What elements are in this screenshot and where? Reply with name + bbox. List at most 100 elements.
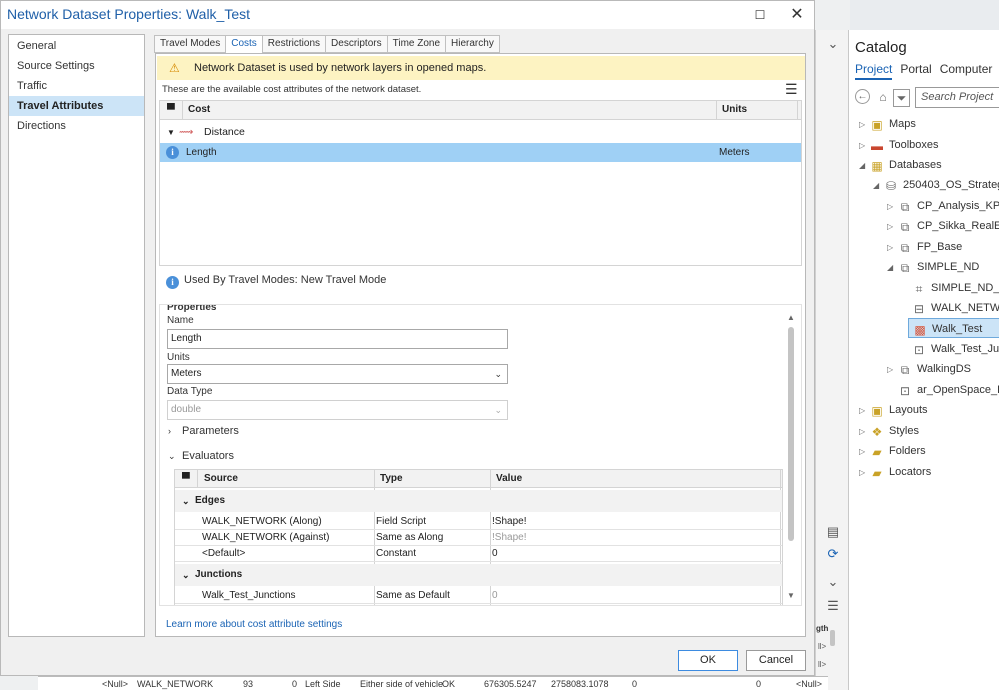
catalog-item-walkingds[interactable]: ▷ ⧉ WalkingDS [887, 359, 971, 379]
catalog-item-label: Styles [889, 425, 919, 437]
expand-icon[interactable]: ▷ [887, 360, 897, 380]
catalog-tab-portal[interactable]: Portal [900, 62, 931, 76]
chevron-down-icon[interactable]: ⌄ [182, 564, 190, 586]
source-cell: <Default> [202, 548, 246, 559]
type-cell: Constant [376, 548, 417, 559]
catalog-item-maps[interactable]: ▷ ▣ Maps [859, 114, 916, 134]
catalog-item-databases[interactable]: ◢ ▦ Databases [859, 155, 942, 175]
nav-item-travel-attributes[interactable]: Travel Attributes [9, 96, 144, 116]
learn-more-link[interactable]: Learn more about cost attribute settings [166, 619, 342, 630]
catalog-item-layouts[interactable]: ▷ ▣ Layouts [859, 400, 928, 420]
scroll-up-icon[interactable]: ▲ [785, 313, 797, 322]
cost-row-length[interactable]: i Length Meters [160, 143, 801, 162]
catalog-item-cp-sikka-realesta[interactable]: ▷⧉ CP_Sikka_RealEsta [887, 216, 999, 236]
expand-icon[interactable]: ▷ [887, 238, 897, 258]
home-icon[interactable]: ⌂ [875, 89, 891, 105]
tab-restrictions[interactable]: Restrictions [261, 35, 327, 53]
evaluator-row[interactable]: <Default> Constant 0 [175, 546, 782, 562]
catalog-item-folders[interactable]: ▷ ▰ Folders [859, 441, 926, 461]
dialog-titlebar[interactable]: Network Dataset Properties: Walk_Test ☐ … [1, 1, 814, 29]
catalog-item-cp-analysis-kpis[interactable]: ▷⧉ CP_Analysis_KPIs [887, 196, 999, 216]
catalog-item-walk-test[interactable]: ▩ Walk_Test [908, 318, 999, 338]
junctions-group-row[interactable]: ⌄ Junctions [175, 564, 782, 586]
close-icon[interactable]: ✕ [787, 5, 807, 25]
catalog-item-styles[interactable]: ▷ ❖ Styles [859, 421, 919, 441]
units-column-header[interactable]: Units [722, 104, 747, 115]
ok-button[interactable]: OK [678, 650, 738, 671]
cost-group-label: Distance [204, 126, 245, 138]
catalog-search-input[interactable]: Search Project [915, 87, 999, 108]
data-type-dropdown: double ⌄ [167, 400, 508, 420]
scroll-down-icon[interactable]: ▼ [785, 591, 797, 600]
catalog-item-fp-base[interactable]: ▷ ⧉ FP_Base [887, 237, 962, 257]
nav-item-directions[interactable]: Directions [9, 116, 144, 136]
chevron-down-icon[interactable]: ⌄ [823, 34, 843, 54]
source-cell: WALK_NETWORK (Along) [202, 516, 322, 527]
expanded-icon[interactable]: ◢ [887, 258, 897, 278]
catalog-item-250403-os-strategyu[interactable]: ◢⛁ 250403_OS_StrategyU [873, 175, 999, 195]
dialog-title: Network Dataset Properties: Walk_Test [7, 6, 251, 22]
source-column-header[interactable]: Source [204, 473, 238, 484]
expanded-icon[interactable]: ◢ [859, 156, 869, 176]
tab-travel-modes[interactable]: Travel Modes [154, 35, 227, 53]
catalog-item-locators[interactable]: ▷ ▰ Locators [859, 462, 931, 482]
catalog-item-simple-nd[interactable]: ◢ ⧉ SIMPLE_ND [887, 257, 979, 277]
nav-item-source-settings[interactable]: Source Settings [9, 56, 144, 76]
tab-descriptors[interactable]: Descriptors [325, 35, 388, 53]
expand-icon[interactable]: ▷ [887, 197, 897, 217]
catalog-tab-computer[interactable]: Computer [940, 62, 993, 76]
expanded-icon[interactable]: ◢ [873, 176, 883, 196]
expand-icon[interactable]: ▷ [859, 115, 869, 135]
expand-icon[interactable]: ▷ [859, 442, 869, 462]
tab-time-zone[interactable]: Time Zone [386, 35, 447, 53]
nav-item-traffic[interactable]: Traffic [9, 76, 144, 96]
value-cell: 0 [492, 590, 498, 601]
units-dropdown[interactable]: Meters ⌄ [167, 364, 508, 384]
cancel-button[interactable]: Cancel [746, 650, 806, 671]
side-navigation: General Source Settings Traffic Travel A… [8, 34, 145, 637]
hamburger-menu-icon[interactable]: ☰ [785, 81, 798, 98]
filter-icon[interactable]: ⏷ [893, 89, 910, 107]
catalog-item-toolboxes[interactable]: ▷ ▬ Toolboxes [859, 135, 939, 155]
menu-icon[interactable]: ☰ [823, 596, 843, 616]
chevron-down-icon-2[interactable]: ⌄ [823, 572, 843, 592]
evaluator-row[interactable]: Walk_Test_Junctions Same as Default 0 [175, 588, 782, 604]
chevron-down-icon: ⌄ [168, 451, 176, 461]
expand-icon[interactable]: ▷ [859, 401, 869, 421]
expand-icon[interactable]: ▷ [859, 463, 869, 483]
catalog-item-ar-openspace-de[interactable]: ⊡ ar_OpenSpace_De [887, 380, 999, 400]
catalog-tab-project[interactable]: Project [855, 62, 893, 80]
chevron-down-icon[interactable]: ▼ [167, 123, 175, 142]
cost-group-row[interactable]: ▼ ⟿ Distance [160, 123, 801, 142]
catalog-item-walk-networ[interactable]: ⊟ WALK_NETWOR [901, 298, 999, 318]
chevron-down-icon: ⌄ [494, 405, 502, 415]
parameters-section[interactable]: › Parameters [168, 425, 239, 437]
nav-item-general[interactable]: General [9, 36, 144, 56]
evaluator-row[interactable]: WALK_NETWORK (Against) Same as Along !Sh… [175, 530, 782, 546]
expand-icon[interactable]: ▷ [887, 217, 897, 237]
feature-dataset-icon: ⧉ [900, 200, 910, 214]
back-icon[interactable]: ← [855, 89, 870, 104]
edges-group-row[interactable]: ⌄ Edges [175, 490, 782, 512]
cost-column-header[interactable]: Cost [188, 104, 210, 115]
scroll-thumb[interactable] [788, 327, 794, 541]
expand-icon[interactable]: ▷ [859, 422, 869, 442]
evaluators-grid-header: ▀ Source Type Value [175, 470, 782, 488]
type-column-header[interactable]: Type [380, 473, 403, 484]
name-field[interactable]: Length [167, 329, 508, 349]
refresh-icon[interactable]: ⟳ [823, 544, 843, 564]
tab-hierarchy[interactable]: Hierarchy [445, 35, 500, 53]
maximize-icon[interactable]: ☐ [750, 5, 770, 25]
catalog-item-simple-nd-to[interactable]: ⌗ SIMPLE_ND_To [901, 278, 999, 298]
evaluator-row[interactable]: WALK_NETWORK (Along) Field Script !Shape… [175, 514, 782, 530]
chevron-down-icon[interactable]: ⌄ [182, 490, 190, 512]
catalog-item-walk-test-junc[interactable]: ⊡ Walk_Test_Junc [901, 339, 999, 359]
table-cell: Left Side [305, 679, 341, 689]
tab-costs[interactable]: Costs [225, 35, 263, 54]
sheet-icon[interactable]: ▤ [823, 522, 843, 542]
properties-scrollbar[interactable]: ▲ ▼ [785, 311, 797, 603]
strip-scrollbar[interactable] [830, 630, 835, 646]
expand-icon[interactable]: ▷ [859, 136, 869, 156]
evaluators-section[interactable]: ⌄ Evaluators [168, 450, 234, 462]
value-column-header[interactable]: Value [496, 473, 522, 484]
